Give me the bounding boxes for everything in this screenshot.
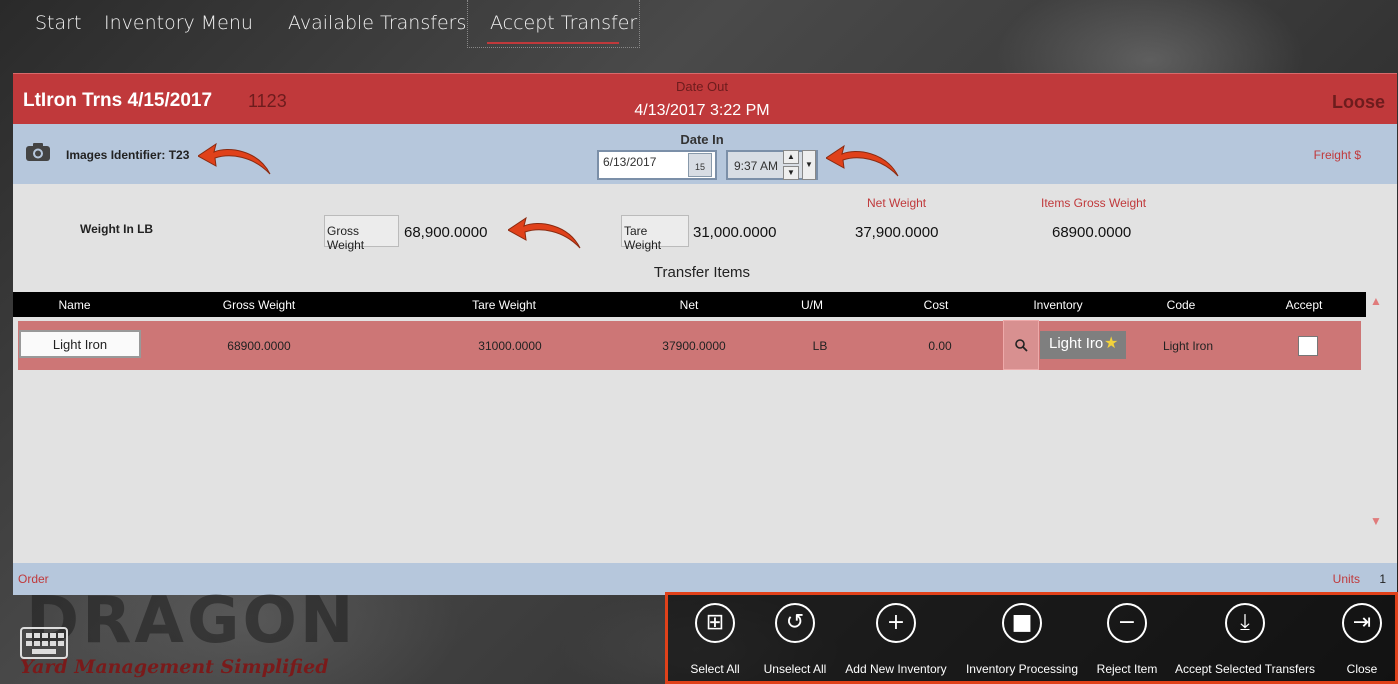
transfer-items-title: Transfer Items <box>653 264 751 281</box>
date-out-value: 4/13/2017 3:22 PM <box>634 102 770 119</box>
row-gross: 68900.0000 <box>227 339 291 353</box>
weights-section: Weight In LB Gross Weight 68,900.0000 Ta… <box>13 184 1397 274</box>
calendar-day: 15 <box>694 162 705 172</box>
col-inventory[interactable]: Inventory <box>1023 298 1093 312</box>
table-row[interactable]: Light Iron 68900.0000 31000.0000 37900.0… <box>18 320 1361 370</box>
row-um: LB <box>812 339 828 353</box>
inventory-processing-label: Inventory Processing <box>965 662 1079 676</box>
nav-start[interactable]: Start <box>35 12 81 34</box>
stop-icon: ■ <box>1002 603 1042 643</box>
nav-inventory-menu[interactable]: Inventory Menu <box>104 12 253 34</box>
col-net[interactable]: Net <box>659 298 719 312</box>
transfer-status: Loose <box>1331 92 1385 112</box>
date-out-label: Date Out <box>675 79 729 94</box>
net-weight-label: Net Weight <box>867 196 927 210</box>
gross-weight-value: 68,900.0000 <box>404 224 488 241</box>
time-dropdown-icon[interactable]: ▼ <box>802 150 816 180</box>
inventory-processing-button[interactable]: ■ Inventory Processing <box>964 603 1080 676</box>
annotation-arrow-icon <box>826 144 899 177</box>
keyboard-icon[interactable] <box>20 627 68 659</box>
row-tare: 31000.0000 <box>478 339 542 353</box>
annotation-arrow-icon <box>508 216 581 249</box>
order-label: Order <box>18 572 49 586</box>
gross-weight-button[interactable]: Gross Weight <box>324 215 399 252</box>
images-identifier: Images Identifier: T23 <box>66 148 190 162</box>
freight-label[interactable]: Freight $ <box>1314 148 1361 162</box>
calendar-icon[interactable]: 15 <box>688 153 712 177</box>
reject-item-label: Reject Item <box>1096 662 1158 676</box>
transfer-header: LtIron Trns 4/15/2017 1123 Date Out 4/13… <box>13 73 1397 124</box>
top-navigation: Start Inventory Menu Available Transfers… <box>0 0 1398 50</box>
annotation-arrow-icon <box>198 142 271 175</box>
search-icon <box>1015 339 1028 352</box>
row-code: Light Iron <box>1162 339 1214 353</box>
add-new-inventory-button[interactable]: + Add New Inventory <box>844 603 948 676</box>
exit-icon: ⇥ <box>1342 603 1382 643</box>
col-code[interactable]: Code <box>1161 298 1201 312</box>
scroll-down-icon[interactable]: ▼ <box>1370 514 1382 528</box>
col-um[interactable]: U/M <box>792 298 832 312</box>
accept-selected-transfers-button[interactable]: ⤓ Accept Selected Transfers <box>1174 603 1316 676</box>
accept-selected-transfers-label: Accept Selected Transfers <box>1174 662 1316 676</box>
scroll-up-icon[interactable]: ▲ <box>1370 294 1382 308</box>
time-down-icon[interactable]: ▼ <box>783 166 799 180</box>
col-accept[interactable]: Accept <box>1279 298 1329 312</box>
add-new-inventory-label: Add New Inventory <box>845 662 947 676</box>
net-weight-value: 37,900.0000 <box>855 224 939 241</box>
units-value: 1 <box>1379 572 1386 586</box>
row-net: 37900.0000 <box>662 339 726 353</box>
col-gross-weight[interactable]: Gross Weight <box>209 298 309 312</box>
download-icon: ⤓ <box>1225 603 1265 643</box>
reject-item-button[interactable]: − Reject Item <box>1092 603 1162 676</box>
accept-checkbox[interactable] <box>1298 336 1318 356</box>
weight-unit-label: Weight In LB <box>80 222 154 236</box>
grid-header: Name Gross Weight Tare Weight Net U/M Co… <box>13 292 1366 317</box>
unselect-all-label: Unselect All <box>763 662 827 676</box>
close-button[interactable]: ⇥ Close <box>1336 603 1388 676</box>
items-gross-weight-label: Items Gross Weight <box>1041 196 1147 210</box>
tare-weight-button[interactable]: Tare Weight <box>621 215 689 252</box>
command-bar: ⊞ Select All ↺ Unselect All + Add New In… <box>665 592 1398 684</box>
col-tare-weight[interactable]: Tare Weight <box>454 298 554 312</box>
plus-icon: + <box>876 603 916 643</box>
nav-available-transfers[interactable]: Available Transfers <box>288 12 466 34</box>
nav-active-underline <box>487 42 619 44</box>
unselect-all-button[interactable]: ↺ Unselect All <box>760 603 830 676</box>
col-cost[interactable]: Cost <box>911 298 961 312</box>
star-icon: ★ <box>1104 335 1119 352</box>
inventory-search-button[interactable] <box>1003 320 1039 370</box>
close-label: Close <box>1346 662 1378 676</box>
col-name[interactable]: Name <box>23 298 126 312</box>
undo-icon: ↺ <box>775 603 815 643</box>
select-all-icon: ⊞ <box>695 603 735 643</box>
row-cost: 0.00 <box>928 339 952 353</box>
items-gross-weight-value: 68900.0000 <box>1052 224 1132 241</box>
select-all-button[interactable]: ⊞ Select All <box>682 603 748 676</box>
logo-name: DRAGON <box>26 590 348 658</box>
units-label: Units <box>1332 572 1360 586</box>
logo-tagline: Yard Management Simplified <box>20 656 329 678</box>
minus-icon: − <box>1107 603 1147 643</box>
time-up-icon[interactable]: ▲ <box>783 150 799 164</box>
nav-accept-transfer[interactable]: Accept Transfer <box>490 12 637 34</box>
row-name-button[interactable]: Light Iron <box>19 330 141 358</box>
tare-weight-value: 31,000.0000 <box>693 224 777 241</box>
select-all-label: Select All <box>690 662 740 676</box>
